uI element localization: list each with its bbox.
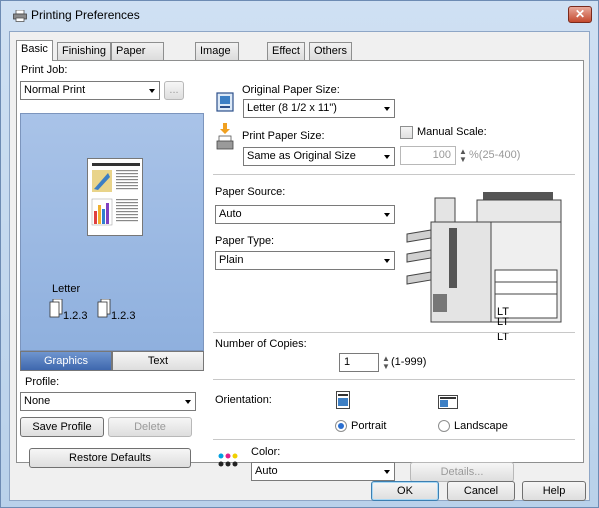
- print-paper-icon: [216, 123, 234, 150]
- window-title: Printing Preferences: [31, 8, 140, 22]
- color-select[interactable]: Auto: [251, 462, 395, 481]
- original-paper-size-label: Original Paper Size:: [242, 84, 340, 96]
- divider: [213, 174, 575, 175]
- page-order-label-1: 1.2.3: [63, 310, 88, 322]
- manual-scale-checkbox[interactable]: [400, 126, 413, 139]
- profile-label: Profile:: [25, 376, 60, 388]
- paper-source-select[interactable]: Auto: [215, 205, 395, 224]
- print-preview: Letter 1.2.3 1.2.3: [20, 113, 204, 351]
- manual-scale-label: Manual Scale:: [417, 126, 487, 138]
- close-button[interactable]: ✕: [568, 6, 592, 23]
- tray-2-label: LT: [497, 316, 510, 328]
- print-job-label: Print Job:: [21, 64, 68, 76]
- print-paper-size-value: Same as Original Size: [247, 150, 356, 162]
- chevron-down-icon: [384, 470, 390, 474]
- profile-select[interactable]: None: [20, 392, 196, 411]
- original-paper-icon: [216, 92, 234, 112]
- color-label: Color:: [251, 446, 281, 458]
- preview-document: [87, 158, 143, 236]
- portrait-label: Portrait: [351, 420, 387, 432]
- cancel-button[interactable]: Cancel: [447, 481, 515, 501]
- color-details-button[interactable]: Details...: [410, 462, 514, 482]
- ok-button[interactable]: OK: [371, 481, 439, 501]
- page-order-label-2: 1.2.3: [111, 310, 136, 322]
- manual-scale-range: %(25-400): [469, 149, 521, 161]
- help-button[interactable]: Help: [522, 481, 586, 501]
- dialog-client: Basic Finishing Paper Handling Image Qua…: [9, 31, 590, 501]
- print-job-details-button[interactable]: ...: [164, 81, 184, 100]
- chevron-down-icon: [149, 89, 155, 93]
- graphics-view-button[interactable]: Graphics: [20, 351, 112, 371]
- tab-paper-handling[interactable]: Paper Handling: [111, 42, 165, 73]
- landscape-icon: [438, 395, 458, 409]
- copies-range: (1-999): [391, 356, 427, 368]
- copies-input[interactable]: 1: [339, 353, 379, 372]
- preview-paper-size: Letter: [52, 283, 81, 295]
- print-paper-size-label: Print Paper Size:: [242, 130, 325, 142]
- profile-value: None: [24, 395, 51, 407]
- document-thumbnail-icon: [91, 163, 140, 226]
- landscape-radio[interactable]: [438, 420, 450, 432]
- title-bar[interactable]: Printing Preferences ✕: [1, 1, 598, 29]
- chevron-down-icon: [185, 400, 191, 404]
- text-view-button[interactable]: Text: [112, 351, 204, 371]
- paper-type-select[interactable]: Plain: [215, 251, 395, 270]
- paper-type-value: Plain: [219, 254, 244, 266]
- page-stack-icon: [97, 299, 111, 318]
- landscape-label: Landscape: [454, 420, 508, 432]
- original-paper-size-select[interactable]: Letter (8 1/2 x 11"): [243, 99, 395, 118]
- printer-icon: [13, 10, 27, 22]
- orientation-label: Orientation:: [215, 394, 272, 406]
- manual-scale-spinner[interactable]: ▲ ▼: [459, 148, 467, 164]
- print-job-value: Normal Print: [24, 84, 86, 96]
- color-toner-icon: [218, 453, 238, 467]
- chevron-down-icon: [384, 213, 390, 217]
- copies-spinner[interactable]: ▲ ▼: [382, 355, 390, 371]
- restore-defaults-button[interactable]: Restore Defaults: [29, 448, 191, 468]
- chevron-down-icon: [384, 107, 390, 111]
- tab-effect[interactable]: Effect: [267, 42, 305, 60]
- chevron-down-icon: [384, 155, 390, 159]
- printer-illustration: LT LT LT: [405, 186, 575, 343]
- divider: [213, 439, 575, 440]
- paper-source-label: Paper Source:: [215, 186, 286, 198]
- number-of-copies-label: Number of Copies:: [215, 338, 307, 350]
- print-job-select[interactable]: Normal Print: [20, 81, 160, 100]
- mfp-printer-icon: [406, 192, 562, 323]
- paper-source-value: Auto: [219, 208, 242, 220]
- basic-tab-panel: Print Job: Normal Print ... Letter 1.2.3…: [16, 60, 584, 482]
- tab-image-quality[interactable]: Image Quality: [195, 42, 240, 73]
- page-stack-icon: [49, 299, 63, 318]
- portrait-icon: [336, 391, 350, 409]
- paper-type-label: Paper Type:: [215, 235, 275, 247]
- tab-finishing[interactable]: Finishing: [57, 42, 112, 60]
- color-value: Auto: [255, 465, 278, 477]
- printing-preferences-window: Printing Preferences ✕ Basic Finishing P…: [0, 0, 599, 508]
- print-paper-size-select[interactable]: Same as Original Size: [243, 147, 395, 166]
- tab-others[interactable]: Others: [309, 42, 353, 60]
- tab-basic[interactable]: Basic: [16, 40, 53, 61]
- save-profile-button[interactable]: Save Profile: [20, 417, 104, 437]
- chevron-down-icon: [384, 259, 390, 263]
- divider: [213, 379, 575, 380]
- delete-profile-button[interactable]: Delete: [108, 417, 192, 437]
- manual-scale-input[interactable]: 100: [400, 146, 456, 165]
- divider: [213, 332, 575, 333]
- original-paper-size-value: Letter (8 1/2 x 11"): [247, 102, 337, 114]
- portrait-radio[interactable]: [335, 420, 347, 432]
